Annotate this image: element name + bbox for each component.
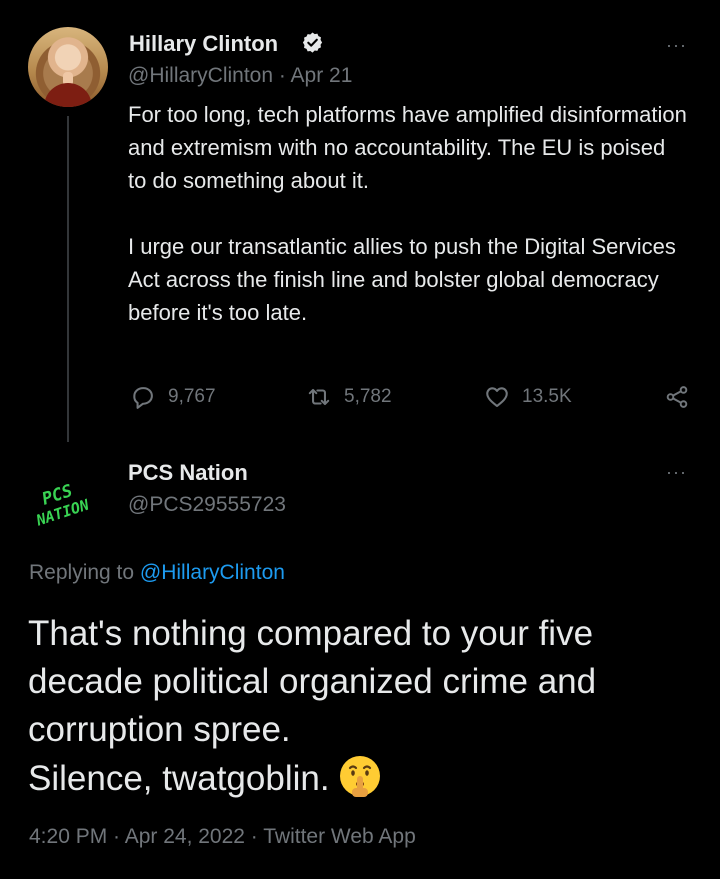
author-handle-date[interactable]: @HillaryClinton · Apr 21: [128, 64, 352, 88]
retweet-icon: [308, 388, 330, 406]
replying-prefix: Replying to: [29, 561, 140, 584]
retweet-button[interactable]: 5,782: [306, 382, 392, 412]
tweet-timestamp-source[interactable]: 4:20 PM · Apr 24, 2022 · Twitter Web App: [29, 825, 416, 849]
original-tweet[interactable]: Hillary Clinton @HillaryClinton · Apr 21…: [0, 0, 720, 445]
tweet-paragraph-1: For too long, tech platforms have amplif…: [128, 102, 687, 193]
reply-count: 9,767: [168, 386, 216, 407]
replying-to-label: Replying to @HillaryClinton: [29, 561, 285, 585]
reply-text-line-2: decade political organized crime and: [28, 662, 597, 701]
heart-icon: [486, 387, 508, 408]
pcs-nation-logo[interactable]: PCS NATION: [28, 459, 110, 541]
reply-icon: [133, 387, 153, 409]
retweet-count: 5,782: [344, 386, 392, 407]
reply-button[interactable]: 9,767: [130, 382, 216, 412]
reply-author-handle[interactable]: @PCS29555723: [128, 493, 286, 517]
reply-body: That's nothing compared to your five dec…: [28, 610, 698, 803]
verified-badge-icon: [302, 32, 323, 53]
reply-author-name[interactable]: PCS Nation: [128, 460, 248, 486]
replying-mention-link[interactable]: @HillaryClinton: [140, 561, 285, 584]
reply-text-line-4-wrap: Silence, twatgoblin.: [28, 754, 698, 803]
share-button[interactable]: [664, 382, 702, 412]
avatar-jacket: [44, 83, 92, 107]
more-options-icon[interactable]: ···: [666, 35, 687, 56]
thread-connector-line: [67, 116, 69, 442]
reply-text-line-1: That's nothing compared to your five: [28, 614, 594, 653]
like-count: 13.5K: [522, 386, 572, 407]
tweet-body: For too long, tech platforms have amplif…: [128, 98, 688, 329]
reply-text-line-4: Silence, twatgoblin.: [28, 759, 330, 798]
like-button[interactable]: 13.5K: [484, 382, 572, 412]
tweet-paragraph-2: I urge our transatlantic allies to push …: [128, 234, 676, 325]
shushing-face-emoji-icon: [339, 756, 380, 797]
reply-text-line-3: corruption spree.: [28, 710, 291, 749]
more-options-icon[interactable]: ···: [666, 462, 687, 483]
reply-tweet[interactable]: PCS NATION PCS Nation @PCS29555723 ··· R…: [0, 445, 720, 879]
author-avatar[interactable]: [28, 27, 108, 107]
share-icon: [666, 386, 688, 408]
author-name[interactable]: Hillary Clinton: [129, 31, 278, 57]
